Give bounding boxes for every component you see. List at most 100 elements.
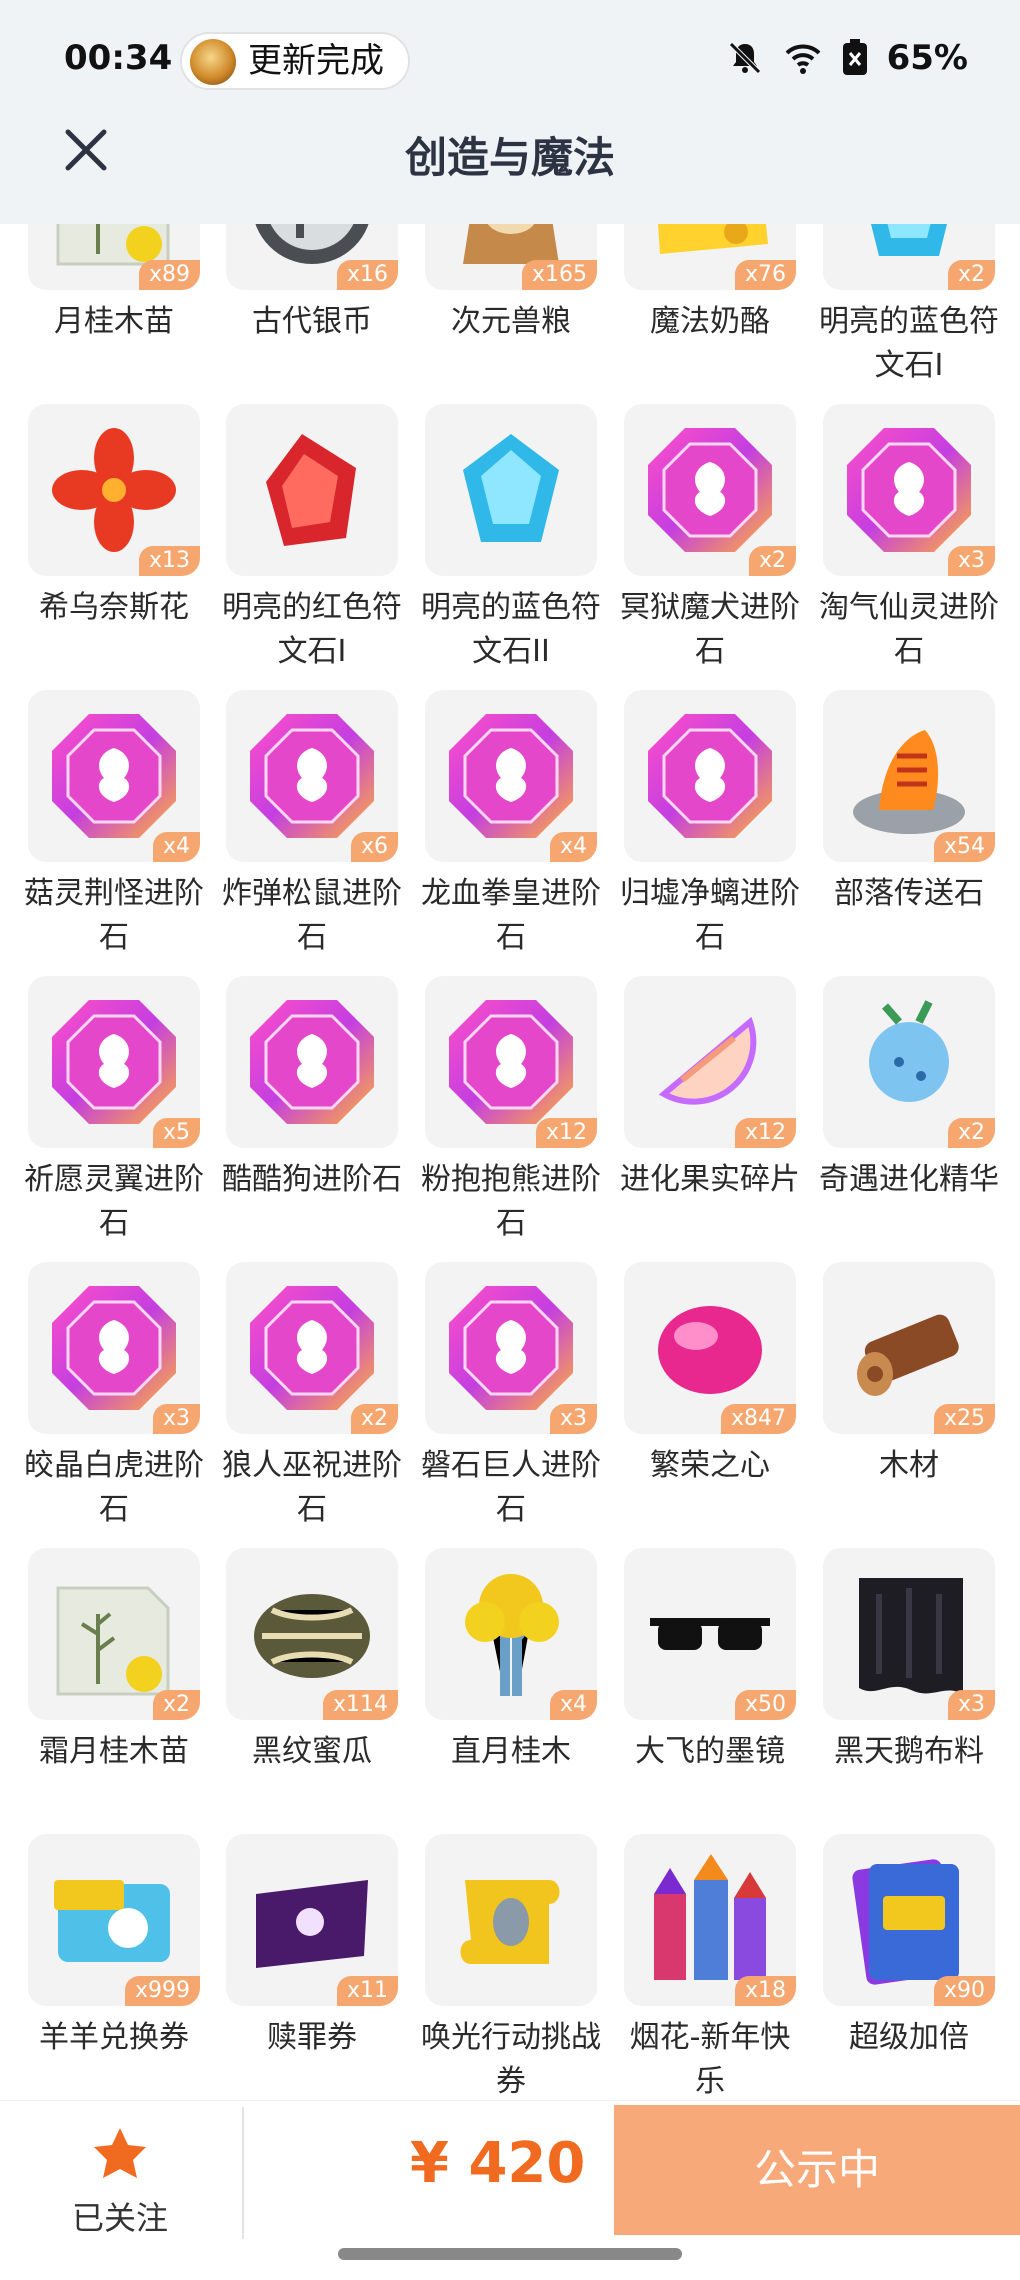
pink-stone-icon (250, 1000, 374, 1124)
item-name: 明亮的红色符文石I (222, 590, 402, 669)
item-quantity: x5 (152, 1118, 200, 1148)
item-tile: x3 (823, 1548, 995, 1720)
flower-icon (52, 428, 176, 552)
pink-stone-icon (648, 428, 772, 552)
item-name: 淘气仙灵进阶石 (819, 590, 999, 669)
follow-button[interactable]: 已关注 (40, 2125, 200, 2245)
pink-stone-icon (449, 714, 573, 838)
item-tile (226, 404, 398, 576)
item-tile: x2 (28, 1548, 200, 1720)
item-quantity: x18 (734, 1976, 796, 2006)
item-name: 皎晶白虎进阶石 (24, 1448, 204, 1527)
page-title: 创造与魔法 (404, 133, 615, 182)
battery-saver-icon (842, 39, 867, 75)
item-name: 大飞的墨镜 (635, 1734, 785, 1769)
item-tile: x2 (624, 404, 796, 576)
pink-stone-icon (250, 1286, 374, 1410)
item-name: 魔法奶酪 (650, 304, 770, 339)
item-quantity: x165 (521, 260, 597, 290)
item-quantity: x90 (933, 1976, 995, 2006)
item-quantity: x89 (138, 260, 200, 290)
item-name: 赎罪券 (267, 2020, 357, 2055)
pink-stone-icon (847, 428, 971, 552)
update-text: 更新完成 (248, 41, 384, 81)
price: ¥ 420 (410, 2131, 586, 2196)
heart-icon (658, 1306, 762, 1394)
item-quantity: x3 (152, 1404, 200, 1434)
item-name: 明亮的蓝色符文石II (421, 590, 601, 669)
item-tile: x999 (28, 1834, 200, 2006)
update-notice[interactable]: 更新完成 (180, 32, 410, 90)
item-name: 进化果实碎片 (620, 1162, 800, 1197)
item-name: 酷酷狗进阶石 (222, 1162, 402, 1197)
melon-icon (254, 1594, 370, 1678)
item-tile (226, 976, 398, 1148)
item-quantity: x25 (933, 1404, 995, 1434)
cards-icon (852, 1859, 959, 1985)
status-button[interactable]: 公示中 (614, 2105, 1020, 2235)
item-name: 月桂木苗 (54, 304, 174, 339)
tree-icon (465, 1574, 559, 1696)
item-tile: x11 (226, 1834, 398, 2006)
item-name: 黑纹蜜瓜 (252, 1734, 372, 1769)
item-name: 菇灵荆怪进阶石 (24, 876, 204, 955)
item-name: 黑天鹅布料 (834, 1734, 984, 1769)
item-tile (425, 404, 597, 576)
status-icons: 65% (725, 38, 968, 78)
firework-icon (654, 1854, 766, 1980)
item-quantity: x2 (947, 260, 995, 290)
item-name: 归墟净螭进阶石 (620, 876, 800, 955)
item-quantity: x6 (350, 832, 398, 862)
item-tile: x2 (823, 976, 995, 1148)
item-tile: x5 (28, 976, 200, 1148)
item-name: 古代银币 (252, 304, 372, 339)
follow-label: 已关注 (71, 2199, 168, 2237)
item-quantity: x999 (124, 1976, 200, 2006)
item-tile: x3 (425, 1262, 597, 1434)
item-tile: x3 (823, 404, 995, 576)
item-quantity: x2 (350, 1404, 398, 1434)
item-quantity: x13 (138, 546, 200, 576)
item-name: 狼人巫祝进阶石 (222, 1448, 402, 1527)
item-name: 霜月桂木苗 (39, 1734, 189, 1769)
item-quantity: x2 (748, 546, 796, 576)
pink-stone-icon (648, 714, 772, 838)
teleport-icon (853, 730, 965, 834)
item-quantity: x11 (336, 1976, 398, 2006)
item-quantity: x3 (947, 1690, 995, 1720)
item-tile: x114 (226, 1548, 398, 1720)
item-quantity: x12 (734, 1118, 796, 1148)
item-tile: x2 (226, 1262, 398, 1434)
item-tile (624, 690, 796, 862)
essence-icon (869, 1000, 949, 1102)
item-name: 直月桂木 (451, 1734, 571, 1769)
bell-muted-icon (728, 42, 761, 74)
pink-stone-icon (449, 1000, 573, 1124)
item-name: 烟花-新年快乐 (629, 2020, 791, 2099)
pink-stone-icon (250, 714, 374, 838)
item-tile: x13 (28, 404, 200, 576)
item-quantity: x12 (535, 1118, 597, 1148)
ticket-icon (54, 1880, 170, 1962)
item-name: 祈愿灵翼进阶石 (24, 1162, 204, 1241)
item-quantity: x3 (549, 1404, 597, 1434)
pink-stone-icon (449, 1286, 573, 1410)
item-quantity: x847 (720, 1404, 796, 1434)
item-grid: x89 月桂木苗 x16 古代银币 x165 次元兽粮 x76 魔法奶酪 x2 明亮的蓝色符文石I… (0, 170, 1020, 2100)
item-quantity: x2 (152, 1690, 200, 1720)
item-tile: x4 (425, 1548, 597, 1720)
item-tile: x54 (823, 690, 995, 862)
item-quantity: x3 (947, 546, 995, 576)
home-indicator[interactable] (338, 2248, 682, 2260)
item-name: 明亮的蓝色符文石I (819, 304, 999, 383)
purple-ticket-icon (256, 1880, 368, 1968)
item-quantity: x4 (549, 832, 597, 862)
item-tile: x3 (28, 1262, 200, 1434)
item-tile: x847 (624, 1262, 796, 1434)
nav-bar: 创造与魔法 (0, 120, 1020, 224)
item-name: 冥狱魔犬进阶石 (620, 590, 800, 669)
battery-percent: 65% (886, 38, 968, 78)
item-quantity: x2 (947, 1118, 995, 1148)
glasses-icon (650, 1618, 770, 1650)
fruit-icon (658, 1016, 757, 1105)
